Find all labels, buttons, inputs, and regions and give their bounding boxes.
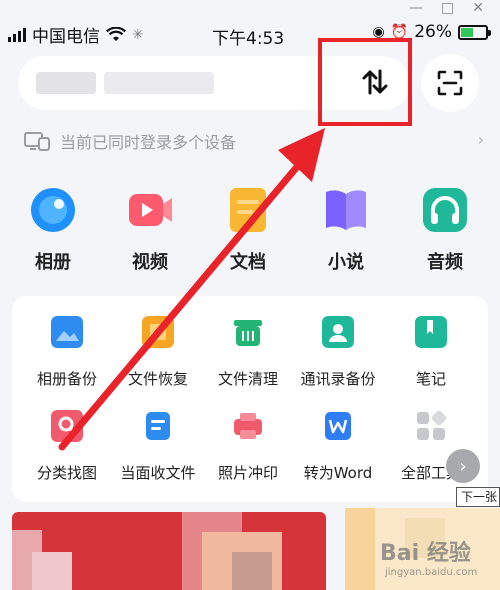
tools-panel: 相册备份 文件恢复 文件清理 通讯录备份 笔记 分类找图 当面收文件 照片冲印 … xyxy=(12,296,488,502)
file-cleanup-icon xyxy=(234,320,262,346)
category-videos[interactable]: 视频 xyxy=(114,186,186,274)
tool-image-search[interactable]: 分类找图 xyxy=(19,410,115,483)
category-audio[interactable]: 音频 xyxy=(409,186,481,274)
category-label: 相册 xyxy=(35,252,71,273)
blurred-content xyxy=(36,72,96,94)
loading-spinner-icon: ✳ xyxy=(132,26,144,43)
tool-label: 通讯录备份 xyxy=(300,370,376,388)
image-search-icon xyxy=(51,410,83,442)
window-controls: — □ ✕ xyxy=(409,0,484,16)
carrier-name: 中国电信 xyxy=(32,27,100,47)
category-photos[interactable]: 相册 xyxy=(17,186,89,274)
photo-print-icon xyxy=(234,413,262,439)
promo-banner[interactable] xyxy=(12,512,326,590)
photo-album-icon xyxy=(31,188,75,232)
tool-label: 转为Word xyxy=(303,464,373,482)
next-image-button[interactable]: › xyxy=(446,449,480,483)
tool-receive-file[interactable]: 当面收文件 xyxy=(110,410,206,483)
video-icon xyxy=(129,194,172,226)
tool-label: 当面收文件 xyxy=(120,464,196,482)
category-label: 音频 xyxy=(427,252,463,273)
tool-label: 相册备份 xyxy=(36,370,97,388)
receive-file-icon xyxy=(146,412,170,440)
multi-device-notice[interactable]: 当前已同时登录多个设备 › xyxy=(24,128,484,154)
chevron-right-icon: › xyxy=(477,130,484,149)
maximize-icon[interactable]: □ xyxy=(441,0,454,16)
scan-icon xyxy=(437,70,463,96)
chevron-right-icon: › xyxy=(459,455,467,477)
status-bar: — □ ✕ 中国电信 ✳ 下午4:53 ◉ ⏰ 26% xyxy=(0,0,500,49)
close-icon[interactable]: ✕ xyxy=(472,0,484,16)
tool-notes[interactable]: 笔记 xyxy=(383,316,479,389)
category-label: 视频 xyxy=(132,252,168,273)
minimize-icon[interactable]: — xyxy=(409,0,423,16)
highlight-annotation-box xyxy=(318,38,412,126)
tool-label: 笔记 xyxy=(415,370,446,388)
watermark-url: jingyan.baidu.com xyxy=(385,567,478,578)
category-label: 文档 xyxy=(230,252,266,273)
document-icon xyxy=(230,188,266,232)
tool-file-restore[interactable]: 文件恢复 xyxy=(110,316,206,389)
multi-device-label: 当前已同时登录多个设备 xyxy=(60,133,237,152)
category-label: 小说 xyxy=(328,252,364,273)
scan-button[interactable] xyxy=(421,54,479,112)
photo-backup-icon xyxy=(51,316,83,348)
cellular-signal-icon xyxy=(8,27,26,42)
tool-convert-to-word[interactable]: 转为Word xyxy=(290,410,386,483)
category-row: 相册 视频 文档 小说 音频 xyxy=(0,186,500,274)
novel-book-icon xyxy=(326,190,366,230)
tool-file-cleanup[interactable]: 文件清理 xyxy=(200,316,296,389)
battery-icon xyxy=(458,24,491,40)
tool-label: 文件清理 xyxy=(217,370,278,388)
devices-icon xyxy=(24,132,50,151)
tool-label: 分类找图 xyxy=(36,464,97,482)
blurred-content xyxy=(104,72,214,94)
notes-icon xyxy=(415,316,447,348)
word-convert-icon xyxy=(325,412,351,440)
next-image-tooltip: 下一张 xyxy=(456,487,500,507)
category-novels[interactable]: 小说 xyxy=(310,186,382,274)
baidu-jingyan-watermark: Bai 经验 xyxy=(380,541,471,566)
tool-label: 照片冲印 xyxy=(217,464,278,482)
clock: 下午4:53 xyxy=(212,29,285,49)
tool-contacts-backup[interactable]: 通讯录备份 xyxy=(290,316,386,389)
category-documents[interactable]: 文档 xyxy=(212,186,284,274)
all-tools-grid-icon xyxy=(417,410,447,440)
file-restore-icon xyxy=(142,316,174,348)
tool-photo-backup[interactable]: 相册备份 xyxy=(19,316,115,389)
contacts-backup-icon xyxy=(322,316,354,348)
tool-label: 文件恢复 xyxy=(127,370,188,388)
battery-percent: 26% xyxy=(414,22,452,42)
wifi-icon xyxy=(106,26,126,41)
tool-photo-print[interactable]: 照片冲印 xyxy=(200,410,296,483)
headphones-icon xyxy=(423,188,467,232)
